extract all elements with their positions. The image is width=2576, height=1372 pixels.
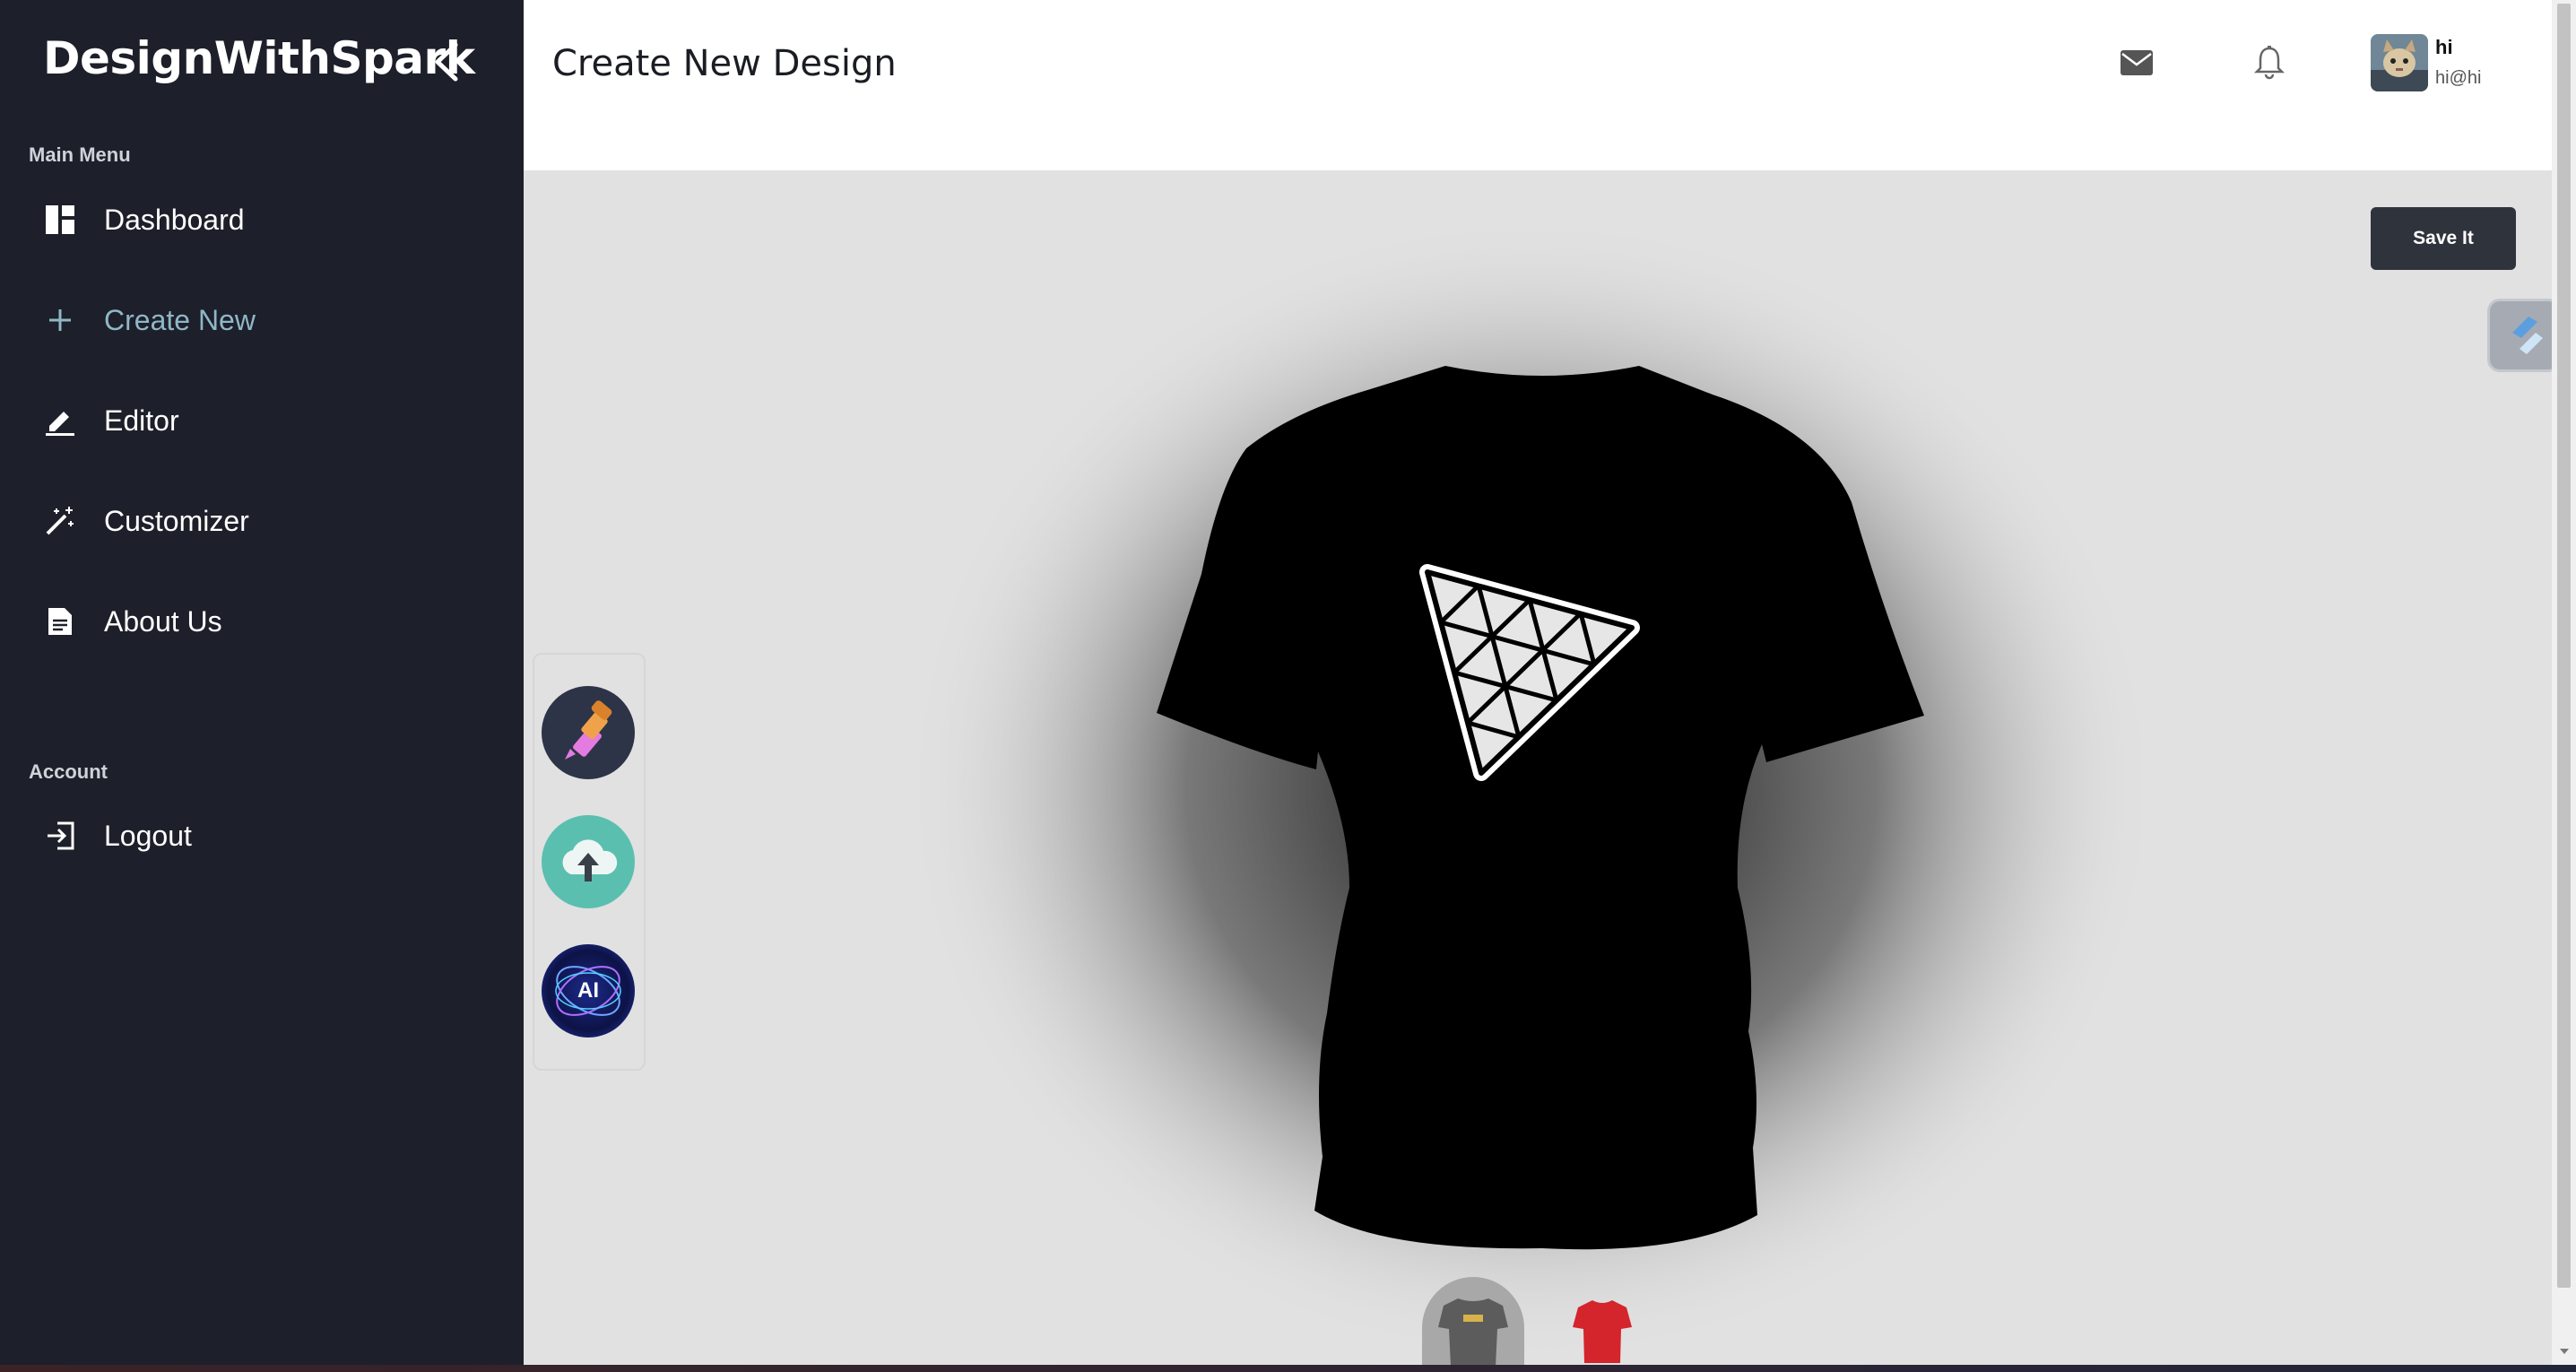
- edit-icon: [43, 404, 77, 438]
- user-name: hi: [2435, 36, 2453, 58]
- document-icon: [43, 604, 77, 638]
- sidebar-item-label: Editor: [104, 404, 179, 437]
- sidebar-item-customizer[interactable]: Customizer: [43, 494, 249, 548]
- page-title: Create New Design: [552, 43, 897, 84]
- variant-thumb-gray[interactable]: [1422, 1277, 1524, 1372]
- sidebar: DesignWithSpark Main Menu Dashboard Crea…: [0, 0, 524, 1365]
- logout-icon: [43, 819, 77, 853]
- mail-icon[interactable]: [2117, 43, 2156, 82]
- dashboard-icon: [43, 203, 77, 237]
- window-bottom-edge: [0, 1365, 2576, 1372]
- slash-logo-icon: [2512, 317, 2543, 354]
- sidebar-item-label: About Us: [104, 604, 222, 638]
- chevron-left-icon[interactable]: [429, 39, 464, 84]
- ai-button[interactable]: AI: [542, 944, 635, 1038]
- sidebar-item-about-us[interactable]: About Us: [43, 595, 222, 648]
- sidebar-item-label: Dashboard: [104, 203, 245, 236]
- sidebar-item-label: Create New: [104, 303, 256, 336]
- brand-logo[interactable]: DesignWithSpark: [43, 32, 475, 84]
- sidebar-item-dashboard[interactable]: Dashboard: [43, 193, 245, 247]
- magic-wand-icon: [43, 504, 77, 538]
- save-button[interactable]: Save It: [2371, 207, 2516, 270]
- scroll-down-arrow[interactable]: [2558, 1345, 2571, 1358]
- cloud-upload-icon: [562, 839, 618, 881]
- tshirt-preview[interactable]: [524, 170, 2552, 1365]
- sidebar-item-label: Customizer: [104, 504, 249, 537]
- design-canvas[interactable]: [524, 170, 2552, 1365]
- variant-thumb-red[interactable]: [1571, 1297, 1634, 1365]
- avatar[interactable]: [2371, 34, 2428, 91]
- upload-button[interactable]: [542, 815, 635, 908]
- sidebar-item-create-new[interactable]: Create New: [43, 293, 256, 347]
- account-label: Account: [29, 760, 108, 783]
- user-email: hi@hi: [2435, 68, 2482, 88]
- sidebar-item-editor[interactable]: Editor: [43, 394, 179, 447]
- plus-icon: [43, 303, 77, 337]
- bell-icon[interactable]: [2250, 43, 2289, 82]
- top-header: Create New Design: [524, 0, 2552, 170]
- sidebar-item-label: Logout: [104, 819, 192, 852]
- ai-label: AI: [577, 978, 599, 1003]
- sidebar-item-logout[interactable]: Logout: [43, 809, 192, 863]
- color-picker-button[interactable]: [542, 686, 635, 779]
- main-menu-label: Main Menu: [29, 143, 131, 166]
- eyedropper-icon: [565, 700, 612, 760]
- scrollbar-thumb[interactable]: [2557, 4, 2571, 1288]
- pin-toggle-button[interactable]: [2487, 299, 2561, 372]
